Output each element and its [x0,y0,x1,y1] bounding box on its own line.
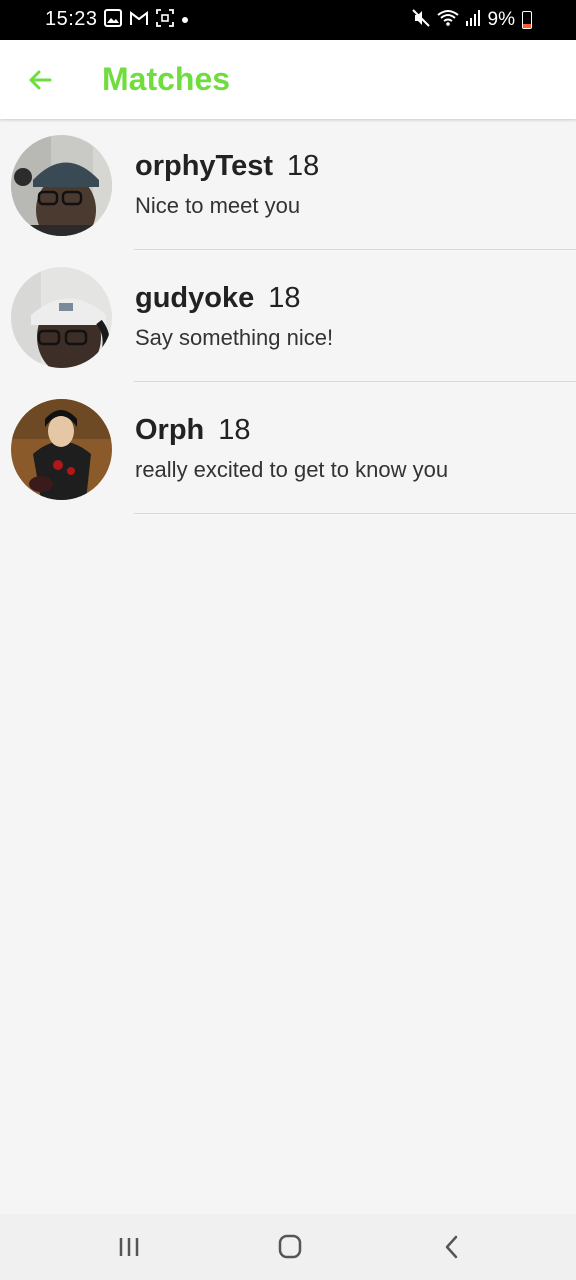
match-message: Say something nice! [135,325,334,350]
match-message: really excited to get to know you [135,457,449,482]
app-bar: Matches [0,40,576,119]
avatar-photo [11,135,112,236]
back-icon [445,1235,458,1259]
recents-button[interactable] [112,1232,146,1262]
screenshot-icon [156,8,174,32]
page-title: Matches [102,61,231,97]
match-name-row: orphyTest 18 [135,150,319,183]
signal-icon [465,9,481,32]
back-button[interactable] [24,64,56,96]
list-item[interactable]: orphyTest 18 Nice to meet you [0,118,576,250]
avatar[interactable] [11,399,112,500]
match-name: gudyoke [135,282,255,314]
screen: 15:23 9% Matches orphyTest 18 Nice to me… [0,0,576,1280]
list-item[interactable]: Orph 18 really excited to get to know yo… [0,382,576,514]
home-button[interactable] [273,1232,307,1262]
system-nav-bar [0,1214,576,1280]
arrow-back-icon [29,70,52,90]
gmail-icon [129,10,149,31]
notification-dot-icon [181,11,189,29]
match-name: orphyTest [135,150,274,182]
gallery-icon [104,8,122,32]
match-age: 18 [287,150,320,182]
list-item[interactable]: gudyoke 18 Say something nice! [0,250,576,382]
match-list: orphyTest 18 Nice to meet you gudyoke 18… [0,118,576,514]
avatar[interactable] [11,135,112,236]
divider [134,513,576,514]
system-back-button[interactable] [435,1232,469,1262]
status-time: 15:23 [45,8,98,30]
home-icon [278,1234,302,1259]
mute-icon [411,8,431,33]
avatar-photo [11,267,112,368]
match-age: 18 [218,414,251,446]
status-bar: 15:23 9% [0,0,576,40]
match-name-row: Orph 18 [135,414,251,447]
match-age: 18 [268,282,301,314]
match-message: Nice to meet you [135,193,301,218]
battery-icon [522,11,532,29]
status-left-icons [104,8,189,32]
avatar-anime [11,399,112,500]
recents-icon [119,1238,139,1256]
status-right-icons: 9% [411,8,532,33]
match-name: Orph [135,414,205,446]
battery-percent: 9% [487,9,515,30]
match-name-row: gudyoke 18 [135,282,301,315]
avatar[interactable] [11,267,112,368]
wifi-icon [436,8,460,33]
